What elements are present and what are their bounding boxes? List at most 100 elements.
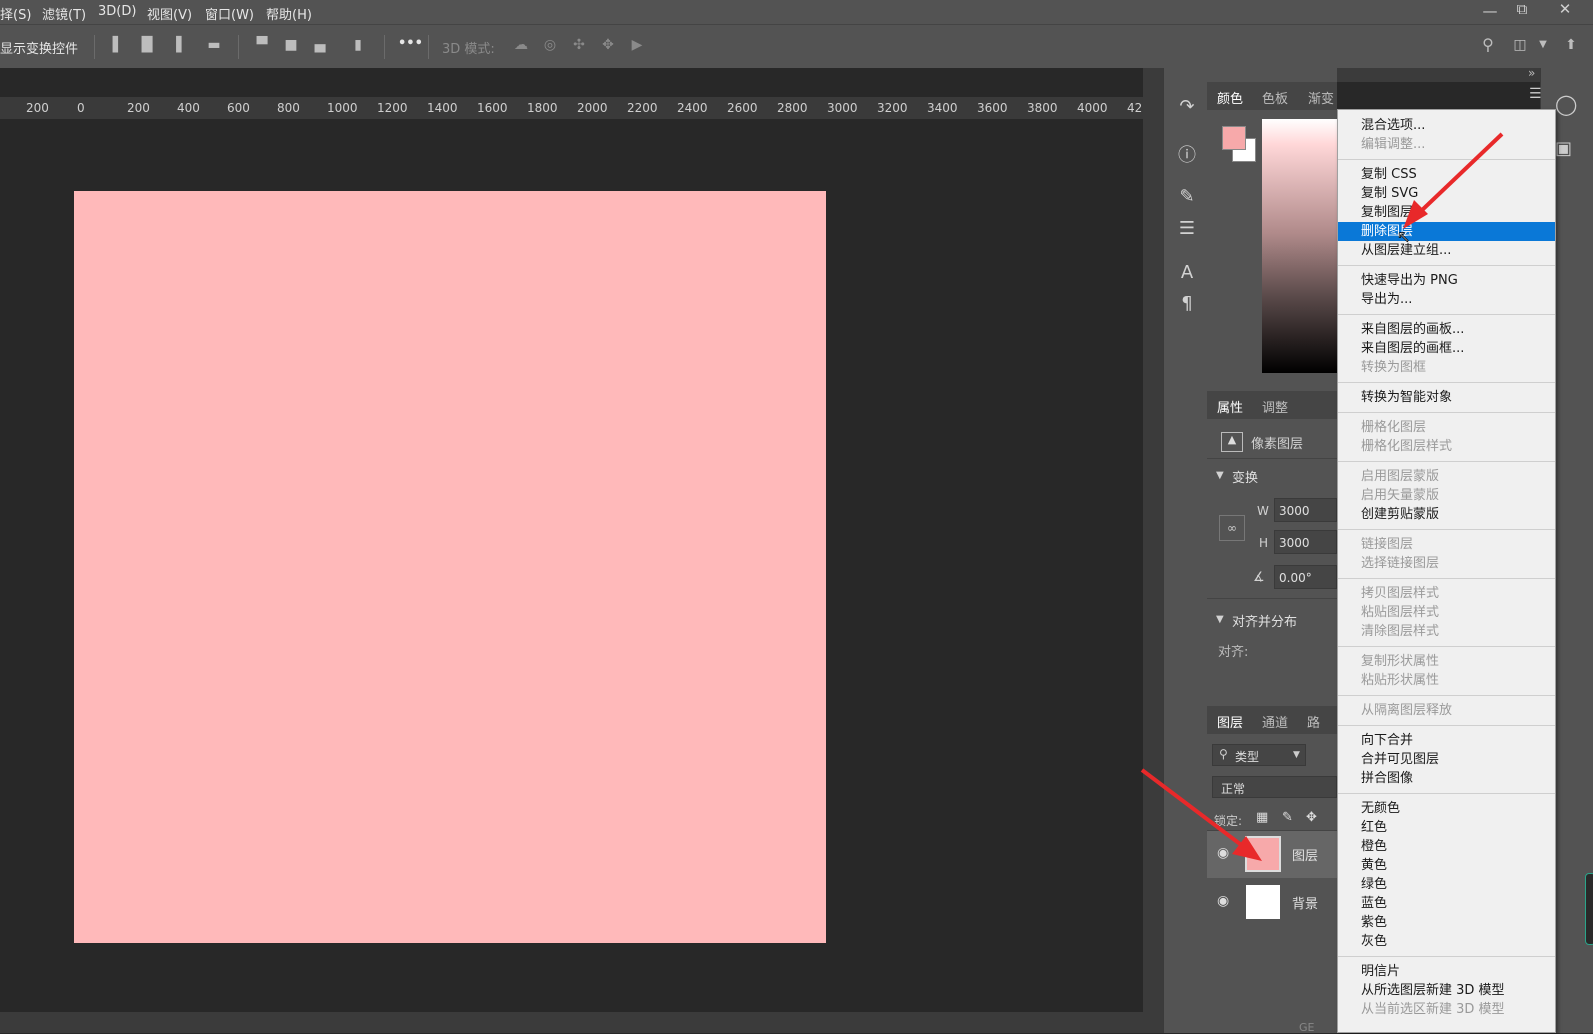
layer-name[interactable]: 图层 [1292,845,1318,864]
tab-properties[interactable]: 属性 [1217,397,1243,416]
tab-channels[interactable]: 通道 [1262,712,1288,731]
horizontal-ruler[interactable]: 200 0 200 400 600 800 1000 1200 1400 160… [0,97,1158,120]
chevron-down-icon[interactable]: ▼ [1216,470,1224,481]
menu-item[interactable]: 来自图层的画框... [1338,339,1555,358]
pink-artboard[interactable] [74,191,826,943]
panel-menu-icon[interactable]: ☰ [1529,86,1542,102]
menu-item[interactable]: 混合选项... [1338,116,1555,135]
menu-item[interactable]: 蓝色 [1338,894,1555,913]
menu-item[interactable]: 转换为智能对象 [1338,388,1555,407]
menu-view[interactable]: 视图(V) [147,4,192,23]
menu-item[interactable]: 红色 [1338,818,1555,837]
3d-slide-icon[interactable]: ✥ [600,37,616,53]
history-icon[interactable]: ↷ [1176,96,1198,118]
tab-adjustments[interactable]: 调整 [1262,397,1288,416]
menu-help[interactable]: 帮助(H) [266,4,312,23]
menu-item[interactable]: 灰色 [1338,932,1555,951]
lock-transparent-icon[interactable]: ▦ [1256,810,1268,825]
eye-icon[interactable]: ◉ [1217,845,1229,861]
lock-move-icon[interactable]: ✥ [1306,810,1317,825]
menu-item[interactable]: 向下合并 [1338,731,1555,750]
layer-row[interactable]: ◉ 背景 [1207,879,1337,924]
align-right-icon[interactable]: ▐ [168,37,184,53]
menu-item[interactable]: 拼合图像 [1338,769,1555,788]
search-icon[interactable]: ⚲ [1480,37,1496,53]
lightbulb-icon[interactable]: ◯ [1555,92,1577,116]
color-picker-field[interactable] [1262,119,1337,373]
character-icon[interactable]: A [1176,262,1198,284]
close-icon[interactable]: ✕ [1550,0,1580,18]
menu-item: 链接图层 [1361,537,1414,552]
menu-item[interactable]: 绿色 [1338,875,1555,894]
chevron-down-icon[interactable]: ▼ [1216,614,1224,625]
more-options-button[interactable]: ••• [398,36,423,51]
libraries-icon[interactable]: ▣ [1555,138,1572,159]
tab-swatches[interactable]: 色板 [1262,88,1288,107]
menu-item[interactable]: 导出为... [1338,290,1555,309]
menu-item[interactable]: 合并可见图层 [1338,750,1555,769]
foreground-color-swatch[interactable] [1222,126,1246,150]
brush-settings-icon[interactable]: ✎ [1176,186,1198,208]
3d-pan-icon[interactable]: ✣ [571,37,587,53]
distribute-icon[interactable]: ▬ [206,37,222,53]
share-icon[interactable]: ⬆ [1563,37,1579,53]
restore-icon[interactable]: ⧉ [1507,0,1537,18]
ruler-tick: 600 [227,101,250,115]
expand-right-icon[interactable]: » [1528,66,1535,80]
scroll-indicator[interactable] [1585,873,1593,945]
paragraph-icon[interactable]: ¶ [1176,293,1198,315]
menu-select[interactable]: 择(S) [0,4,31,23]
tab-paths[interactable]: 路 [1307,712,1320,731]
menu-item[interactable]: 从所选图层新建 3D 模型 [1338,981,1555,1000]
layer-name[interactable]: 背景 [1292,893,1318,912]
align-vcenter-icon[interactable]: ■ [283,37,299,53]
menu-item[interactable]: 删除图层 [1338,222,1555,241]
menu-filter[interactable]: 滤镜(T) [42,4,86,23]
menu-item: 栅格化图层 [1361,420,1427,435]
menu-item[interactable]: 创建剪贴蒙版 [1338,505,1555,524]
menu-item[interactable]: 黄色 [1338,856,1555,875]
menu-item[interactable]: 复制 CSS [1338,165,1555,184]
minimize-icon[interactable]: — [1475,2,1505,20]
adjustments-icon[interactable]: ☰ [1176,218,1198,240]
menu-item[interactable]: 从图层建立组... [1338,241,1555,260]
angle-field[interactable]: 0.00° [1274,565,1337,589]
ruler-tick: 4000 [1077,101,1108,115]
menu-item[interactable]: 快速导出为 PNG [1338,271,1555,290]
show-transform-controls-label[interactable]: 显示变换控件 [0,38,78,57]
tab-gradients[interactable]: 渐变 [1308,88,1334,107]
menu-item[interactable]: 无颜色 [1338,799,1555,818]
height-field[interactable]: 3000 [1274,530,1337,554]
menu-window[interactable]: 窗口(W) [205,4,254,23]
align-distribute-title[interactable]: 对齐并分布 [1232,611,1297,630]
3d-camera-icon[interactable]: ▶ [629,37,645,53]
align-left-icon[interactable]: ▌ [110,37,126,53]
eye-icon[interactable]: ◉ [1217,893,1229,909]
info-icon[interactable]: ⓘ [1176,141,1198,166]
menu-item[interactable]: 橙色 [1338,837,1555,856]
menu-3d[interactable]: 3D(D) [98,4,136,19]
menu-item[interactable]: 明信片 [1338,962,1555,981]
tab-color[interactable]: 颜色 [1217,88,1243,107]
horizontal-scrollbar[interactable] [0,1012,1160,1033]
align-hcenter-icon[interactable]: █ [139,37,155,53]
layer-filter-select[interactable]: ⚲ 类型 ▼ [1212,744,1306,766]
layer-row-selected[interactable]: ◉ 图层 [1207,831,1337,878]
menu-item[interactable]: 复制图层... [1338,203,1555,222]
distribute-v-icon[interactable]: ▮ [350,37,366,53]
tab-layers[interactable]: 图层 [1217,712,1243,731]
menu-item[interactable]: 复制 SVG [1338,184,1555,203]
link-icon[interactable]: ∞ [1219,515,1245,541]
width-field[interactable]: 3000 [1274,498,1337,522]
blend-mode-select[interactable]: 正常 [1212,776,1337,798]
align-bottom-icon[interactable]: ▄ [312,37,328,53]
chevron-down-icon[interactable]: ▼ [1535,37,1551,53]
menu-item[interactable]: 紫色 [1338,913,1555,932]
3d-orbit-icon[interactable]: ☁ [513,37,529,53]
transform-section-title[interactable]: 变换 [1232,467,1258,486]
workspace-icon[interactable]: ◫ [1512,37,1528,53]
menu-item[interactable]: 来自图层的画板... [1338,320,1555,339]
lock-paint-icon[interactable]: ✎ [1282,810,1293,825]
align-top-icon[interactable]: ▀ [254,37,270,53]
3d-roll-icon[interactable]: ◎ [542,37,558,53]
